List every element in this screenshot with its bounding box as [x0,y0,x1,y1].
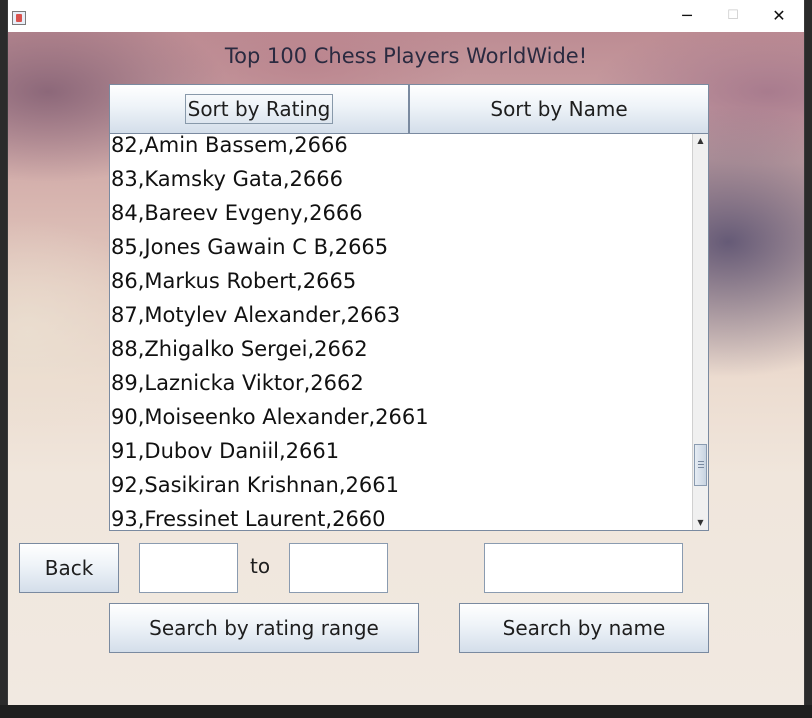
vertical-scrollbar[interactable]: ▲ ▼ [692,134,708,530]
list-item[interactable]: 86,Markus Robert,2665 [110,264,694,298]
scroll-down-arrow-icon[interactable]: ▼ [693,516,708,530]
list-item[interactable]: 89,Laznicka Viktor,2662 [110,366,694,400]
desktop-background [0,705,812,718]
list-item[interactable]: 88,Zhigalko Sergei,2662 [110,332,694,366]
list-item[interactable]: 82,Amin Bassem,2666 [110,134,694,162]
grip-line [698,461,704,462]
sort-by-name-button[interactable]: Sort by Name [409,84,709,134]
players-list-items: 82,Amin Bassem,2666 83,Kamsky Gata,2666 … [110,134,694,530]
search-by-rating-range-button[interactable]: Search by rating range [109,603,419,653]
search-by-name-button[interactable]: Search by name [459,603,709,653]
players-list[interactable]: 82,Amin Bassem,2666 83,Kamsky Gata,2666 … [109,133,709,531]
list-item[interactable]: 91,Dubov Daniil,2661 [110,434,694,468]
list-item[interactable]: 90,Moiseenko Alexander,2661 [110,400,694,434]
list-item[interactable]: 87,Motylev Alexander,2663 [110,298,694,332]
java-app-icon [12,11,26,25]
name-search-input[interactable] [484,543,683,593]
list-item[interactable]: 85,Jones Gawain C B,2665 [110,230,694,264]
back-button[interactable]: Back [19,543,119,593]
minimize-button[interactable]: ─ [664,0,710,32]
close-button[interactable]: ✕ [756,0,802,32]
to-label: to [250,554,271,578]
grip-line [698,467,704,468]
sort-by-rating-button[interactable]: Sort by Rating [109,84,409,134]
maximize-button[interactable]: ☐ [710,0,756,32]
grip-line [698,464,704,465]
scroll-thumb[interactable] [694,444,707,486]
sort-by-rating-label: Sort by Rating [184,94,334,124]
content-panel: Top 100 Chess Players WorldWide! Sort by… [8,32,804,705]
list-item[interactable]: 92,Sasikiran Krishnan,2661 [110,468,694,502]
page-title: Top 100 Chess Players WorldWide! [224,44,588,68]
list-item[interactable]: 93,Fressinet Laurent,2660 [110,502,694,530]
list-item[interactable]: 83,Kamsky Gata,2666 [110,162,694,196]
max-rating-input[interactable] [289,543,388,593]
list-item[interactable]: 84,Bareev Evgeny,2666 [110,196,694,230]
scroll-up-arrow-icon[interactable]: ▲ [693,134,708,148]
min-rating-input[interactable] [139,543,238,593]
title-bar: ─ ☐ ✕ [8,0,804,32]
app-window: ─ ☐ ✕ Top 100 Chess Players WorldWide! S… [8,0,804,705]
